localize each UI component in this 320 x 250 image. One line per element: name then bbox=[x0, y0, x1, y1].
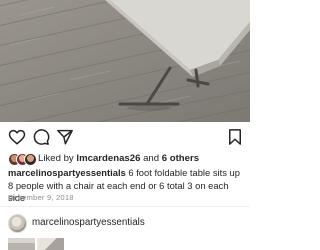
share-button[interactable] bbox=[56, 128, 76, 148]
post-photo-folding-table-icon bbox=[0, 0, 250, 122]
post-actions bbox=[0, 128, 250, 150]
likes-others-link[interactable]: 6 others bbox=[162, 153, 199, 164]
more-posts-thumbnails bbox=[8, 238, 88, 250]
thumbnail[interactable] bbox=[8, 238, 35, 250]
post-date: December 9, 2018 bbox=[8, 193, 74, 202]
post-photo[interactable] bbox=[0, 0, 250, 122]
likes-summary: Liked by lmcardenas26 and 6 others bbox=[8, 152, 248, 166]
likes-middle: and bbox=[140, 153, 162, 164]
bookmark-icon bbox=[229, 129, 241, 145]
avatar[interactable] bbox=[8, 214, 27, 233]
like-button[interactable] bbox=[8, 128, 28, 148]
comment-icon bbox=[33, 129, 50, 145]
likes-prefix: Liked by bbox=[38, 153, 77, 164]
divider bbox=[0, 206, 250, 207]
avatar bbox=[24, 153, 37, 166]
save-button[interactable] bbox=[226, 128, 246, 148]
liker-avatars bbox=[8, 152, 38, 166]
thumbnail[interactable] bbox=[37, 238, 64, 250]
more-posts-username[interactable]: marcelinospartyessentials bbox=[32, 216, 145, 230]
more-posts-header[interactable]: marcelinospartyessentials bbox=[8, 213, 248, 233]
liker-username-link[interactable]: lmcardenas26 bbox=[76, 153, 140, 164]
likes-text: Liked by lmcardenas26 and 6 others bbox=[38, 152, 199, 166]
caption-username-link[interactable]: marcelinospartyessentials bbox=[8, 167, 126, 178]
paper-plane-icon bbox=[57, 129, 73, 145]
comment-button[interactable] bbox=[32, 128, 52, 148]
heart-icon bbox=[8, 129, 26, 145]
